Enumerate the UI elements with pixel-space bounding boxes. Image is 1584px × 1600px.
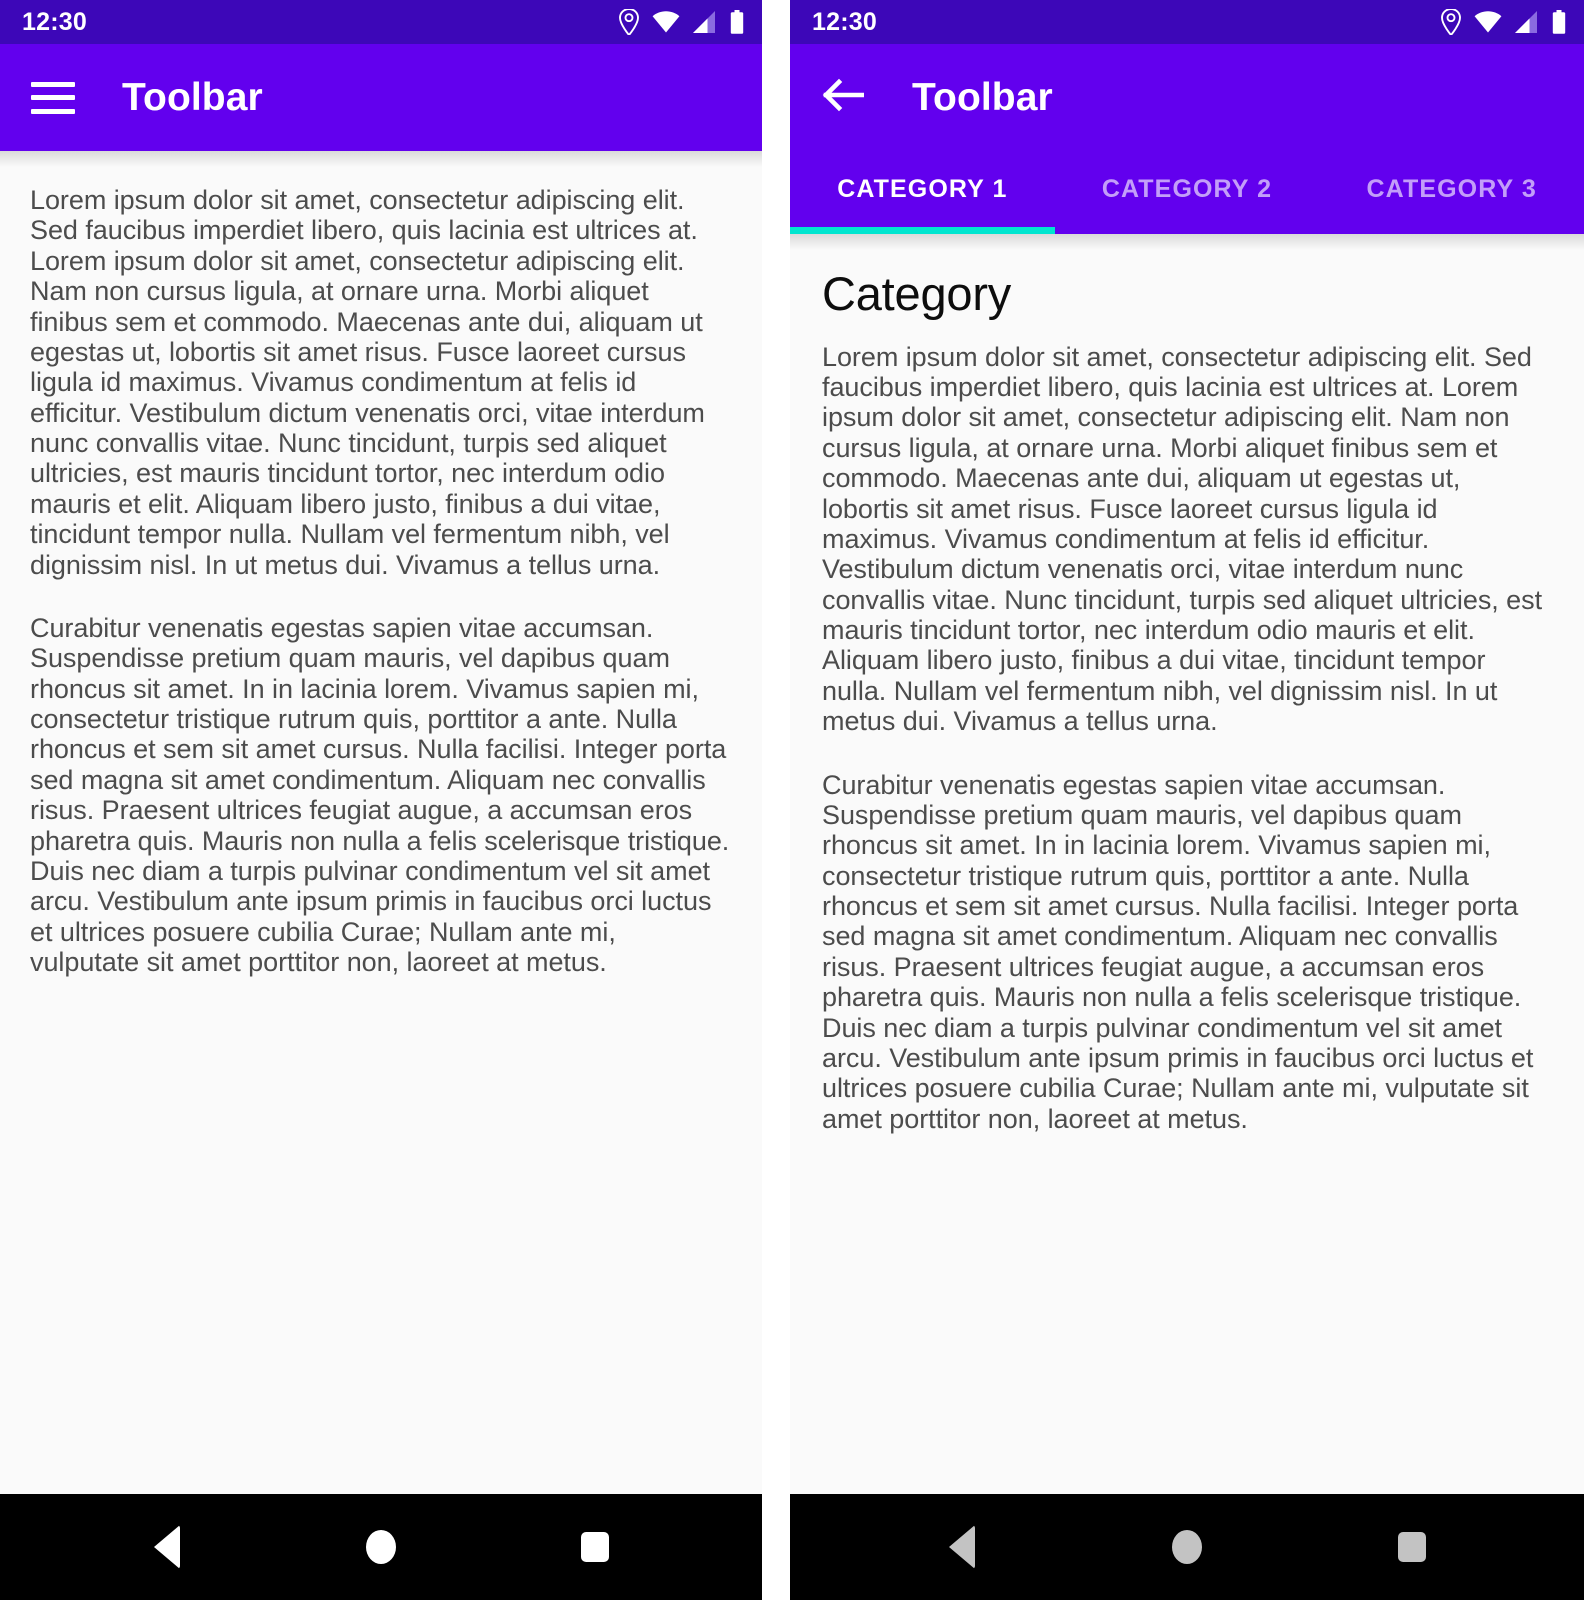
hamburger-menu-button[interactable]	[26, 71, 80, 125]
status-bar-icons	[1441, 9, 1566, 35]
screen-divider-gap	[762, 0, 790, 1600]
wifi-icon	[652, 11, 680, 33]
recents-navigation-button[interactable]	[1367, 1502, 1457, 1592]
back-navigation-button[interactable]	[917, 1502, 1007, 1592]
back-triangle-icon	[154, 1525, 180, 1569]
left-paragraph-1: Lorem ipsum dolor sit amet, consectetur …	[30, 185, 705, 580]
tab-category-1-label: CATEGORY 1	[837, 175, 1008, 203]
right-navigation-bar	[790, 1494, 1584, 1600]
tab-category-3-label: CATEGORY 3	[1366, 175, 1537, 203]
home-navigation-button[interactable]	[336, 1502, 426, 1592]
left-toolbar-title: Toolbar	[122, 76, 263, 119]
home-circle-icon	[1171, 1530, 1202, 1564]
status-bar-icons	[619, 9, 744, 35]
toolbar-back-button[interactable]	[816, 71, 870, 125]
right-paragraph-2: Curabitur venenatis egestas sapien vitae…	[822, 769, 1534, 1134]
category-heading: Category	[822, 267, 1012, 320]
cellular-signal-icon	[1515, 11, 1539, 33]
right-toolbar: Toolbar	[790, 44, 1584, 151]
left-toolbar-row: Toolbar	[26, 44, 762, 151]
hamburger-menu-icon	[31, 81, 75, 114]
location-pin-icon	[619, 9, 639, 35]
right-phone-screen: 12:30 Toolbar CATEGORY 1 CATEGORY 2 CATE…	[790, 0, 1584, 1600]
right-content-area: Category Lorem ipsum dolor sit amet, con…	[790, 234, 1584, 1494]
tab-category-3[interactable]: CATEGORY 3	[1319, 151, 1584, 234]
home-circle-icon	[366, 1530, 396, 1564]
tab-category-1[interactable]: CATEGORY 1	[790, 151, 1055, 234]
status-bar-clock: 12:30	[22, 7, 87, 36]
cellular-signal-icon	[693, 11, 717, 33]
right-paragraph-1: Lorem ipsum dolor sit amet, consectetur …	[822, 341, 1543, 737]
recents-square-icon	[581, 1532, 609, 1562]
location-pin-icon	[1441, 9, 1461, 35]
left-toolbar: Toolbar	[0, 44, 762, 151]
tab-category-2-label: CATEGORY 2	[1101, 175, 1273, 203]
left-content-area: Lorem ipsum dolor sit amet, consectetur …	[0, 151, 762, 1494]
wifi-icon	[1474, 11, 1502, 33]
back-arrow-icon	[822, 77, 865, 118]
left-paragraph-2: Curabitur venenatis egestas sapien vitae…	[30, 612, 730, 977]
status-bar: 12:30	[0, 0, 762, 44]
left-navigation-bar	[0, 1494, 762, 1600]
recents-navigation-button[interactable]	[550, 1502, 640, 1592]
battery-icon	[730, 10, 744, 34]
dual-screenshot-container: 12:30 Toolbar Lorem ipsum dolor sit amet…	[0, 0, 1584, 1600]
status-bar-clock: 12:30	[812, 7, 877, 36]
right-toolbar-title: Toolbar	[912, 76, 1053, 119]
back-navigation-button[interactable]	[122, 1502, 212, 1592]
status-bar: 12:30	[790, 0, 1584, 44]
category-tab-bar: CATEGORY 1 CATEGORY 2 CATEGORY 3	[790, 151, 1584, 234]
left-phone-screen: 12:30 Toolbar Lorem ipsum dolor sit amet…	[0, 0, 762, 1600]
left-content-inner: Lorem ipsum dolor sit amet, consectetur …	[30, 151, 732, 977]
recents-square-icon	[1397, 1532, 1426, 1562]
back-triangle-icon	[949, 1525, 976, 1569]
home-navigation-button[interactable]	[1142, 1502, 1232, 1592]
battery-icon	[1552, 10, 1566, 34]
right-toolbar-row: Toolbar	[816, 44, 1584, 151]
tab-category-2[interactable]: CATEGORY 2	[1055, 151, 1320, 234]
